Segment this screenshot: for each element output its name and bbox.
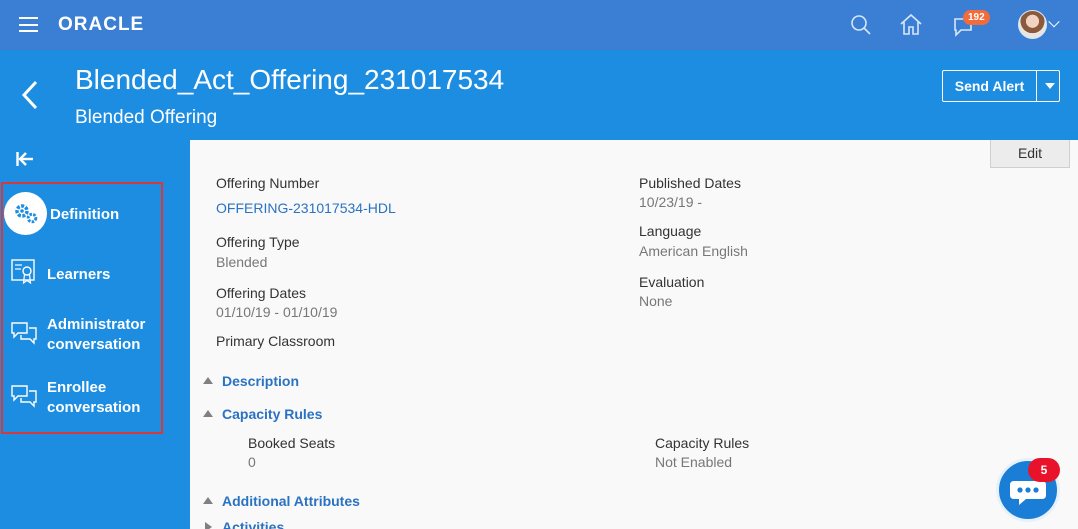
sidebar-item-definition[interactable]: Definition — [0, 192, 160, 238]
send-alert-button[interactable]: Send Alert — [942, 70, 1060, 102]
avatar[interactable] — [1018, 10, 1047, 39]
offering-type-label: Offering Type — [216, 234, 300, 250]
split-divider — [1036, 71, 1037, 101]
sidebar-item-label: Administrator conversation — [47, 316, 146, 353]
page-subtitle: Blended Offering — [75, 107, 218, 128]
collapse-triangle-icon[interactable] — [203, 377, 213, 384]
page-title: Blended_Act_Offering_231017534 — [75, 64, 505, 95]
offering-type-value: Blended — [216, 254, 268, 270]
evaluation-label: Evaluation — [639, 274, 705, 290]
chat-unread-badge: 5 — [1028, 458, 1060, 482]
offering-number-link[interactable]: OFFERING-231017534-HDL — [216, 200, 396, 216]
capacity-rules-value: Not Enabled — [655, 454, 733, 470]
capacity-rules-label: Capacity Rules — [655, 435, 750, 451]
active-indicator — [4, 192, 47, 235]
gears-icon — [15, 204, 38, 224]
chat-bubbles-icon — [11, 322, 37, 345]
home-icon[interactable] — [898, 12, 924, 38]
sidebar-item-label: Definition — [50, 206, 120, 223]
sidebar-item-label: Enrollee conversation — [47, 379, 141, 416]
primary-classroom-label: Primary Classroom — [216, 333, 336, 349]
booked-seats-value: 0 — [248, 454, 256, 470]
sidebar-item-label: Learners — [47, 266, 111, 283]
search-icon[interactable] — [848, 12, 874, 38]
send-alert-label[interactable]: Send Alert — [943, 71, 1036, 101]
sidebar-item-learners[interactable]: Learners — [0, 257, 160, 289]
sidebar-item-enrollee-conversation[interactable]: Enrollee conversation — [0, 377, 160, 421]
back-icon[interactable] — [20, 80, 42, 110]
collapse-sidebar-icon[interactable] — [16, 151, 34, 167]
oracle-logo[interactable]: ORACLE — [58, 14, 144, 36]
offering-dates-label: Offering Dates — [216, 285, 307, 301]
language-value: American English — [639, 243, 748, 259]
offering-number-label: Offering Number — [216, 175, 320, 191]
notification-count-badge: 192 — [963, 10, 990, 25]
caret-down-icon[interactable] — [1045, 83, 1055, 89]
chat-bubbles-icon — [11, 385, 37, 408]
edit-button[interactable]: Edit — [990, 140, 1070, 168]
offering-dates-value: 01/10/19 - 01/10/19 — [216, 304, 338, 320]
collapse-triangle-icon[interactable] — [203, 410, 213, 417]
published-dates-value: 10/23/19 - — [639, 194, 703, 210]
learner-certificate-icon — [11, 259, 35, 285]
language-label: Language — [639, 223, 702, 239]
booked-seats-label: Booked Seats — [248, 435, 336, 451]
menu-icon[interactable] — [19, 17, 38, 32]
expand-triangle-icon[interactable] — [205, 522, 212, 529]
sidebar-item-administrator-conversation[interactable]: Administrator conversation — [0, 314, 160, 358]
collapse-triangle-icon[interactable] — [203, 497, 213, 504]
evaluation-value: None — [639, 293, 673, 309]
published-dates-label: Published Dates — [639, 175, 741, 191]
